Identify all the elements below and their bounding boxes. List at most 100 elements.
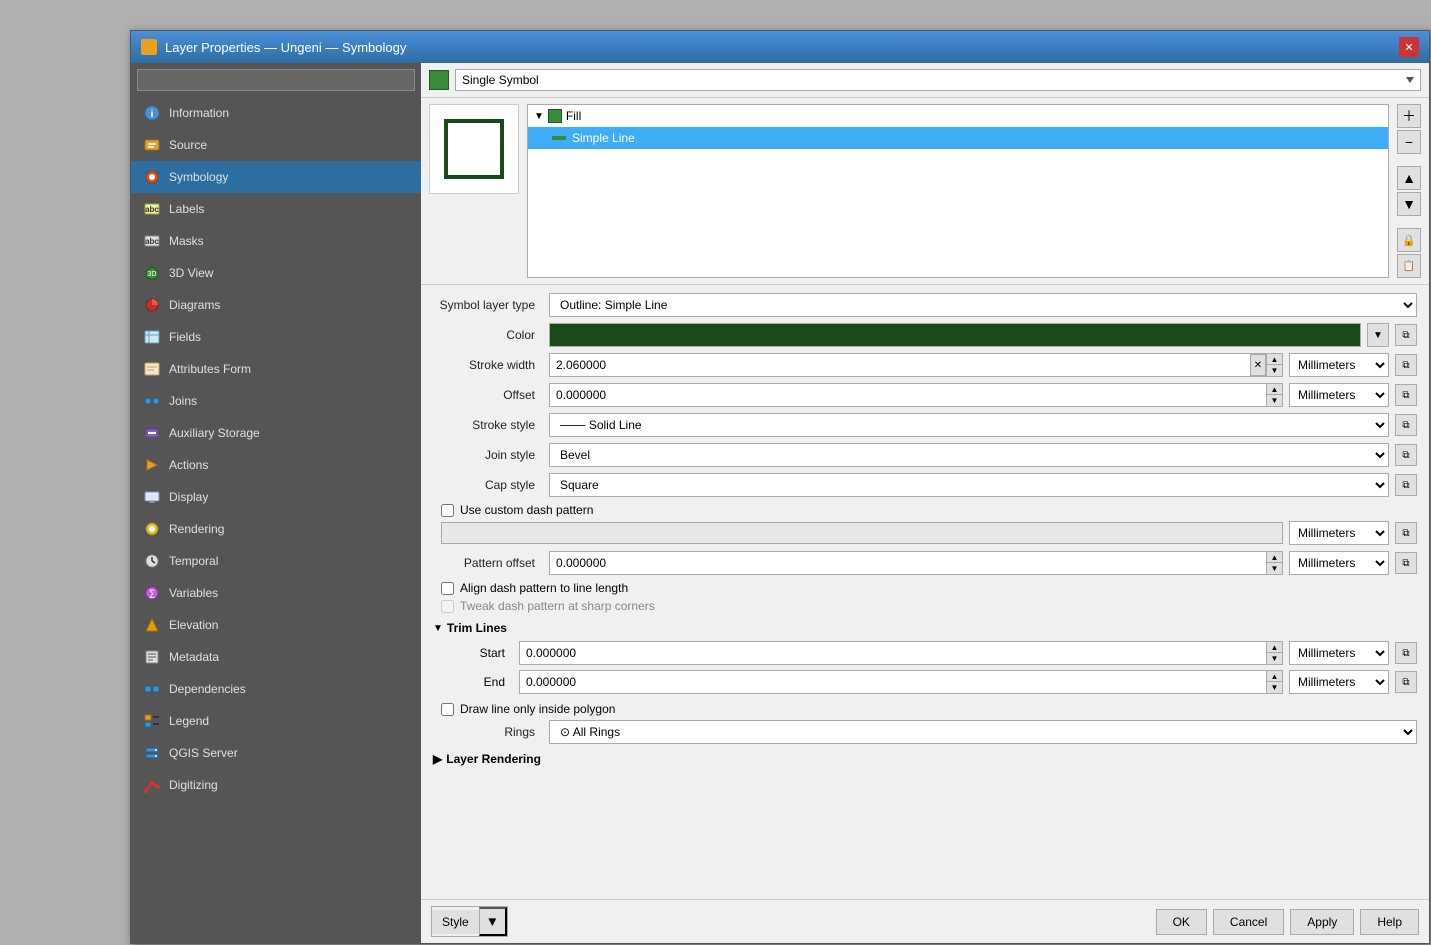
sidebar-item-masks[interactable]: abc Masks [131, 225, 421, 257]
pattern-offset-unit[interactable]: Millimeters [1289, 551, 1389, 575]
search-input[interactable] [137, 69, 415, 91]
sidebar-item-3dview[interactable]: 3D 3D View [131, 257, 421, 289]
sidebar-item-symbology[interactable]: Symbology [131, 161, 421, 193]
offset-unit[interactable]: MillimetersPixelsPoints [1289, 383, 1389, 407]
sidebar-item-qgis-server[interactable]: QGIS Server [131, 737, 421, 769]
remove-layer-btn[interactable]: − [1397, 130, 1421, 154]
pattern-unit[interactable]: Millimeters [1289, 521, 1389, 545]
trim-end-up-btn[interactable]: ▲ [1266, 671, 1282, 682]
pattern-offset-down-btn[interactable]: ▼ [1266, 563, 1282, 574]
diagrams-icon [143, 296, 161, 314]
trim-end-down-btn[interactable]: ▼ [1266, 682, 1282, 693]
sidebar-item-display[interactable]: Display [131, 481, 421, 513]
trim-start-copy-btn[interactable]: ⧉ [1395, 642, 1417, 664]
close-button[interactable]: ✕ [1399, 37, 1419, 57]
offset-copy-btn[interactable]: ⧉ [1395, 384, 1417, 406]
stroke-width-down-btn[interactable]: ▼ [1266, 365, 1282, 376]
custom-dash-label[interactable]: Use custom dash pattern [460, 503, 593, 517]
align-dash-label[interactable]: Align dash pattern to line length [460, 581, 628, 595]
stroke-width-copy-btn[interactable]: ⧉ [1395, 354, 1417, 376]
style-button[interactable]: Style [432, 910, 479, 934]
add-layer-btn[interactable]: ＋ [1397, 104, 1421, 128]
stroke-width-input[interactable] [550, 354, 1250, 376]
sidebar-label-temporal: Temporal [169, 554, 218, 568]
move-up-btn[interactable]: ▲ [1397, 166, 1421, 190]
copy-layer-btn[interactable]: 📋 [1397, 254, 1421, 278]
sidebar-item-digitizing[interactable]: Digitizing [131, 769, 421, 801]
sidebar-item-diagrams[interactable]: Diagrams [131, 289, 421, 321]
sidebar-item-source[interactable]: Source [131, 129, 421, 161]
join-style-copy-btn[interactable]: ⧉ [1395, 444, 1417, 466]
sidebar-item-auxiliary-storage[interactable]: Auxiliary Storage [131, 417, 421, 449]
align-dash-checkbox[interactable] [441, 582, 454, 595]
sidebar-item-temporal[interactable]: Temporal [131, 545, 421, 577]
fields-icon [143, 328, 161, 346]
main-panel: Single Symbol Categorized Graduated Rule… [421, 63, 1429, 943]
simple-line-item[interactable]: Simple Line [528, 127, 1388, 149]
trim-end-copy-btn[interactable]: ⧉ [1395, 671, 1417, 693]
color-picker-btn[interactable] [549, 323, 1361, 347]
tweak-dash-label[interactable]: Tweak dash pattern at sharp corners [460, 599, 655, 613]
stroke-width-unit[interactable]: MillimetersPixelsPoints [1289, 353, 1389, 377]
stroke-width-clear-btn[interactable]: ✕ [1250, 354, 1266, 376]
stroke-style-copy-btn[interactable]: ⧉ [1395, 414, 1417, 436]
pattern-copy-btn[interactable]: ⧉ [1395, 522, 1417, 544]
pattern-offset-up-btn[interactable]: ▲ [1266, 552, 1282, 563]
stroke-style-select[interactable]: ─── Solid Line - - Dash Line ··· Dot Lin… [549, 413, 1389, 437]
rings-select[interactable]: ⊙ All Rings Outer Ring Only Inner Rings … [549, 720, 1417, 744]
sidebar-item-variables[interactable]: ∑ Variables [131, 577, 421, 609]
lock-layer-btn[interactable]: 🔒 [1397, 228, 1421, 252]
draw-inside-checkbox[interactable] [441, 703, 454, 716]
draw-inside-label[interactable]: Draw line only inside polygon [460, 702, 615, 716]
trim-end-input[interactable] [520, 671, 1266, 693]
sidebar-item-elevation[interactable]: Elevation [131, 609, 421, 641]
sidebar-label-fields: Fields [169, 330, 201, 344]
sidebar-item-legend[interactable]: Legend [131, 705, 421, 737]
trim-start-down-btn[interactable]: ▼ [1266, 653, 1282, 664]
style-arrow-btn[interactable]: ▼ [479, 907, 507, 936]
sidebar-item-joins[interactable]: Joins [131, 385, 421, 417]
cancel-button[interactable]: Cancel [1213, 909, 1284, 935]
move-down-btn[interactable]: ▼ [1397, 192, 1421, 216]
symbol-type-dropdown[interactable]: Single Symbol Categorized Graduated Rule… [455, 69, 1421, 91]
sidebar-item-metadata[interactable]: Metadata [131, 641, 421, 673]
trim-lines-header[interactable]: ▼ Trim Lines [433, 621, 1417, 635]
sidebar-item-rendering[interactable]: Rendering [131, 513, 421, 545]
sym-layer-type-select[interactable]: Outline: Simple Line [549, 293, 1417, 317]
cap-style-select[interactable]: Square Flat Round [549, 473, 1389, 497]
stroke-width-up-btn[interactable]: ▲ [1266, 354, 1282, 365]
pattern-offset-copy-btn[interactable]: ⧉ [1395, 552, 1417, 574]
offset-down-btn[interactable]: ▼ [1266, 395, 1282, 406]
color-row: Color ▼ ⧉ [433, 323, 1417, 347]
server-icon [143, 744, 161, 762]
sidebar-item-labels[interactable]: abc Labels [131, 193, 421, 225]
trim-start-unit[interactable]: Millimeters [1289, 641, 1389, 665]
custom-dash-checkbox[interactable] [441, 504, 454, 517]
trim-start-input[interactable] [520, 642, 1266, 664]
offset-spin: ▲ ▼ [1266, 384, 1282, 406]
apply-button[interactable]: Apply [1290, 909, 1354, 935]
sidebar-item-information[interactable]: i Information [131, 97, 421, 129]
color-copy-btn[interactable]: ⧉ [1395, 324, 1417, 346]
sidebar-item-dependencies[interactable]: Dependencies [131, 673, 421, 705]
cap-style-copy-btn[interactable]: ⧉ [1395, 474, 1417, 496]
layer-rendering-header[interactable]: ▶ Layer Rendering [433, 752, 1417, 766]
sidebar-item-actions[interactable]: Actions [131, 449, 421, 481]
sidebar-item-attributes-form[interactable]: Attributes Form [131, 353, 421, 385]
offset-input[interactable] [550, 384, 1266, 406]
title-bar: Layer Properties — Ungeni — Symbology ✕ [131, 31, 1429, 63]
pattern-offset-input[interactable] [550, 552, 1266, 574]
color-arrow-btn[interactable]: ▼ [1367, 323, 1389, 347]
sidebar-item-fields[interactable]: Fields [131, 321, 421, 353]
join-style-select[interactable]: Bevel Miter Round [549, 443, 1389, 467]
fill-group[interactable]: ▼ Fill [528, 105, 1388, 127]
variables-icon: ∑ [143, 584, 161, 602]
offset-up-btn[interactable]: ▲ [1266, 384, 1282, 395]
tweak-dash-checkbox[interactable] [441, 600, 454, 613]
help-button[interactable]: Help [1360, 909, 1419, 935]
trim-start-up-btn[interactable]: ▲ [1266, 642, 1282, 653]
tree-actions: ＋ − ▲ ▼ 🔒 📋 [1397, 104, 1421, 278]
symbol-preview-section: ▼ Fill Simple Line ＋ − ▲ [421, 98, 1429, 285]
trim-end-unit[interactable]: Millimeters [1289, 670, 1389, 694]
ok-button[interactable]: OK [1156, 909, 1207, 935]
